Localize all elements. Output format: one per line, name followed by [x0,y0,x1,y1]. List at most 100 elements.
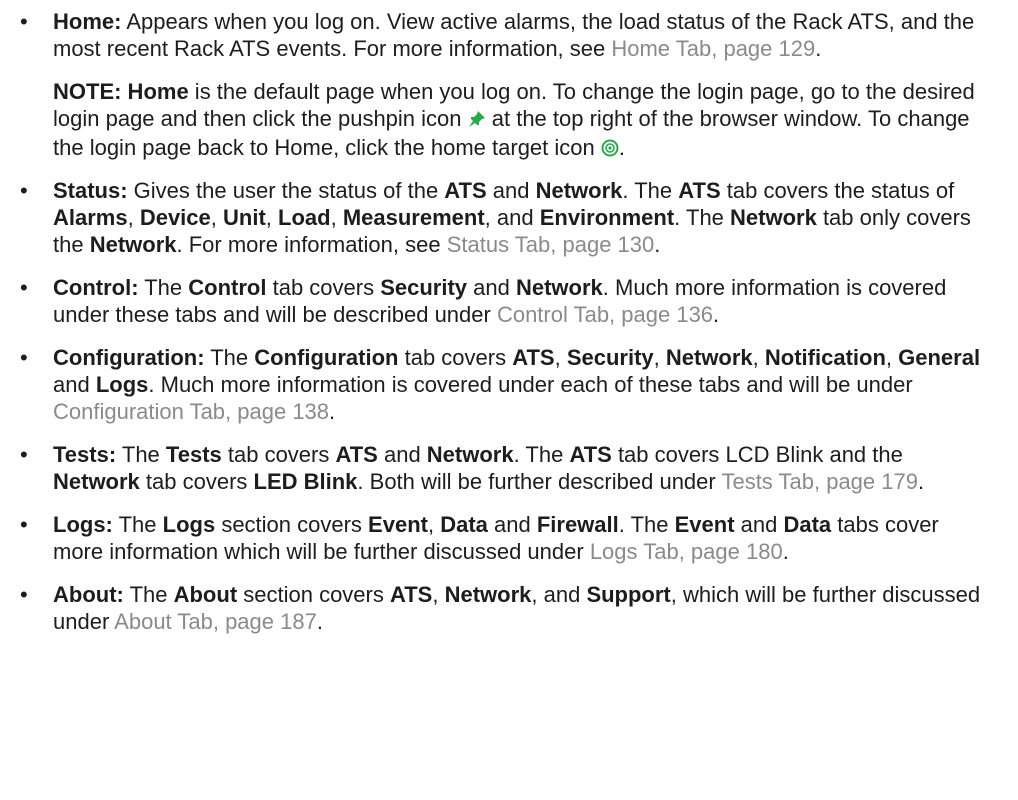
bold-term: Network [89,232,177,257]
list-item-text: Tests: The Tests tab covers ATS and Netw… [53,441,998,495]
bold-term: Logs [95,372,149,397]
list-item-text: Configuration: The Configuration tab cov… [53,344,998,425]
body-text: section covers [215,512,369,537]
bold-term: General [898,345,981,370]
bold-term: ATS [444,178,487,203]
body-text: . [917,469,925,494]
body-text: . [316,609,323,634]
bold-term: ATS [389,582,433,607]
list-item-tests: • Tests: The Tests tab covers ATS and Net… [20,441,998,495]
list-item-status: • Status: Gives the user the status of th… [20,177,998,258]
list-item-logs: • Logs: The Logs section covers Event, Da… [20,511,998,565]
body-text: and [467,275,516,300]
bold-term: Network [665,345,753,370]
body-text: section covers [237,582,390,607]
cross-reference-link[interactable]: Control Tab, page 136 [497,302,713,327]
bold-term: Unit [223,205,266,230]
body-text: , [752,345,765,370]
body-text: tab covers [221,442,336,467]
cross-reference-link[interactable]: Configuration Tab, page 138 [53,399,329,424]
body-text: . [329,399,336,424]
bold-term: Tests: [53,442,117,467]
bold-term: Logs [162,512,216,537]
body-text: Gives the user the status of the [127,178,445,203]
list-item-about: • About: The About section covers ATS, Ne… [20,581,998,635]
body-text: , [127,205,140,230]
body-text: The [116,442,166,467]
document-page: • Home: Appears when you log on. View act… [0,0,1018,635]
cross-reference-link[interactable]: Home Tab, page 129 [611,36,815,61]
body-text: . [654,232,661,257]
bullet-marker: • [20,178,28,203]
body-text: and [377,442,427,467]
body-text: . For more information, see [176,232,447,257]
body-text: tab covers the status of [720,178,955,203]
body-text: . The [513,442,570,467]
bullet-marker: • [20,345,28,370]
list-item-text: Home: Appears when you log on. View acti… [53,8,998,62]
list-item-configuration: • Configuration: The Configuration tab co… [20,344,998,425]
bullet-marker: • [20,582,28,607]
body-text: The [112,512,163,537]
list-item-text: About: The About section covers ATS, Net… [53,581,998,635]
bold-term: Security [380,275,468,300]
bold-term: ATS [569,442,612,467]
bold-term: Network [53,469,140,494]
bold-term: Event [368,512,428,537]
body-text: tab covers LCD Blink and the [611,442,903,467]
body-text: and [487,512,537,537]
body-text: , [554,345,567,370]
bullet-marker: • [20,442,28,467]
body-text: tab covers [266,275,381,300]
bold-term: NOTE: Home [53,79,189,104]
bold-term: Network [426,442,514,467]
bold-term: Support [586,582,671,607]
list-item-text: Logs: The Logs section covers Event, Dat… [53,511,998,565]
note-paragraph: NOTE: Home is the default page when you … [53,78,998,163]
bold-term: Event [674,512,735,537]
body-text: . [782,539,789,564]
cross-reference-link[interactable]: About Tab, page 187 [114,609,317,634]
body-text: The [138,275,189,300]
body-text: and [486,178,536,203]
cross-reference-link[interactable]: Logs Tab, page 180 [590,539,783,564]
body-text: , and [484,205,540,230]
list-item-control: • Control: The Control tab covers Securit… [20,274,998,328]
body-text: . The [622,178,679,203]
bold-term: LED Blink [253,469,358,494]
bold-term: Configuration: [53,345,205,370]
bold-term: Security [566,345,654,370]
body-text: , [653,345,666,370]
bold-term: Load [278,205,331,230]
bullet-marker: • [20,9,28,34]
bold-term: Alarms [53,205,128,230]
body-text: . Both will be further described under [357,469,722,494]
list-item-text: Status: Gives the user the status of the… [53,177,998,258]
bold-term: About: [53,582,124,607]
bold-term: About [173,582,238,607]
body-text: , [885,345,899,370]
bold-term: Device [139,205,211,230]
cross-reference-link[interactable]: Status Tab, page 130 [447,232,655,257]
body-text: . The [618,512,675,537]
bold-term: Notification [764,345,886,370]
body-text: . [618,135,625,160]
bold-term: Measurement [342,205,485,230]
body-text: tab covers [398,345,513,370]
bold-term: Home: [53,9,122,34]
bullet-marker: • [20,275,28,300]
cross-reference-link[interactable]: Tests Tab, page 179 [721,469,918,494]
body-text: , [427,512,441,537]
body-text: . [815,36,822,61]
bold-term: ATS [678,178,721,203]
body-text: . [713,302,720,327]
body-text: . The [674,205,731,230]
list-item-text: Control: The Control tab covers Security… [53,274,998,328]
body-text: , [265,205,279,230]
bold-term: Data [783,512,832,537]
body-text: and [53,372,96,397]
bullet-marker: • [20,512,28,537]
pushpin-icon [468,107,486,134]
body-text: , and [531,582,587,607]
bold-term: Firewall [536,512,619,537]
